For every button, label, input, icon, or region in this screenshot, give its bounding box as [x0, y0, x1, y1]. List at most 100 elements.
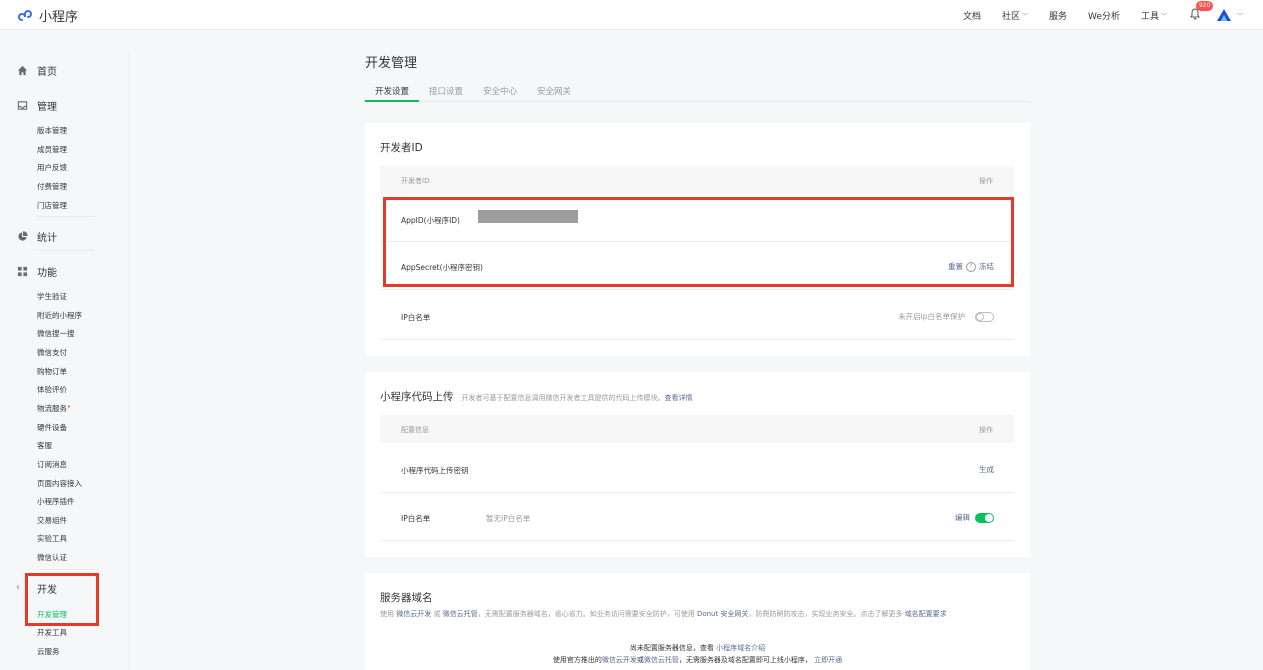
tab-gateway[interactable]: 安全网关 [537, 85, 571, 97]
notification-badge: 920 [1195, 1, 1214, 11]
toggle-knob [976, 312, 984, 321]
cloud-dev-link[interactable]: 微信云开发 [602, 656, 637, 664]
tab-dev-settings[interactable]: 开发设置 [375, 85, 409, 97]
sidebar-item-search[interactable]: 微信搜一搜 [37, 328, 75, 339]
column-header: 操作 [979, 426, 993, 434]
ip-whitelist-toggle[interactable] [975, 311, 994, 322]
desc-text: 使用 [380, 610, 394, 618]
home-icon [17, 65, 28, 76]
empty-state-line-1: 尚未配置服务器信息，查看 小程序域名介绍 [365, 643, 1030, 653]
sidebar-item-student[interactable]: 学生验证 [37, 291, 67, 302]
sidebar-divider [37, 569, 94, 570]
sidebar-item-stats[interactable]: 统计 [17, 229, 57, 244]
chevron-down-icon: ﹀ [1022, 12, 1029, 20]
chevron-down-icon[interactable]: ﹀ [1237, 11, 1243, 20]
toggle-knob [985, 513, 993, 522]
table-row-ip-whitelist: IP白名单 未开启ip白名单保护 [380, 292, 1014, 340]
column-header: 开发者ID [401, 177, 430, 185]
ip-whitelist-label: IP白名单 [401, 313, 431, 322]
table-header: 配置信息 操作 [380, 415, 1014, 443]
sidebar-item-feedback[interactable]: 用户反馈 [37, 162, 67, 173]
activate-now-link[interactable]: 立即开通 [814, 656, 842, 664]
sidebar-item-trade[interactable]: 交易组件 [37, 515, 67, 526]
nav-services[interactable]: 服务 [1049, 9, 1067, 22]
sidebar-group-manage[interactable]: 管理 [17, 98, 57, 113]
code-upload-card: 小程序代码上传 开发者可基于配置信息调用微信开发者工具提供的代码上传模块。查看详情… [365, 372, 1030, 557]
donut-gateway-link[interactable]: Donut 安全网关 [697, 610, 749, 618]
cloud-hosting-link[interactable]: 微信云托管 [644, 656, 679, 664]
sidebar-item-stores[interactable]: 门店管理 [37, 200, 67, 211]
empty-state-text: ，无需服务器及域名配置即可上线小程序， [678, 656, 812, 664]
sidebar-item-label: 物流服务 [37, 404, 67, 413]
highlight-box-sidebar [25, 573, 99, 626]
top-bar: 小程序 文档 社区 ﹀ 服务 We分析 工具 ﹀ 920 ﹀ [0, 0, 1263, 30]
desc-text: ，无需配置服务器域名，省心省力。如业务访问需要安全防护，可使用 [477, 610, 695, 618]
table-row-upload-ip: IP白名单 暂无IP白名单 编辑 [380, 493, 1014, 541]
sidebar-item-label: 首页 [37, 67, 57, 78]
logo[interactable]: 小程序 [18, 6, 78, 25]
tab-api-settings[interactable]: 接口设置 [429, 85, 463, 97]
empty-state-text: 尚未配置服务器信息，查看 [629, 644, 714, 652]
new-dot: • [67, 403, 72, 411]
sidebar-item-pay[interactable]: 微信支付 [37, 347, 67, 358]
sidebar-group-label: 管理 [37, 102, 57, 113]
upload-key-label: 小程序代码上传密钥 [401, 466, 469, 475]
sidebar-divider [37, 250, 94, 251]
cloud-hosting-link[interactable]: 微信云托管 [443, 610, 478, 618]
nav-tools[interactable]: 工具 ﹀ [1141, 9, 1167, 22]
domain-intro-link[interactable]: 小程序域名介绍 [716, 644, 765, 652]
sidebar-item-orders[interactable]: 购物订单 [37, 366, 67, 377]
column-header: 配置信息 [401, 426, 429, 434]
collapse-sidebar-icon[interactable]: ‹ [16, 582, 20, 593]
column-header: 操作 [979, 177, 993, 185]
sidebar-item-support[interactable]: 客服 [37, 440, 52, 451]
miniprogram-logo-icon [18, 9, 32, 21]
notification-button[interactable]: 920 [1189, 1, 1214, 22]
server-description: 使用 微信云开发 或 微信云托管，无需配置服务器域名，省心省力。如业务访问需要安… [380, 609, 947, 619]
sidebar-item-reviews[interactable]: 体验评价 [37, 384, 67, 395]
pie-chart-icon [18, 231, 28, 241]
nav-community[interactable]: 社区 ﹀ [1002, 9, 1028, 22]
sidebar-item-verify[interactable]: 微信认证 [37, 552, 67, 563]
top-nav: 文档 社区 ﹀ 服务 We分析 工具 ﹀ 920 ﹀ [942, 0, 1243, 30]
desc-text: ，防爬防刷防攻击，实现业务安全。点击了解更多 [748, 610, 903, 618]
desc-text: 或 [433, 610, 441, 618]
grid-icon [17, 266, 28, 277]
empty-state-text: 使用官方推出的 [552, 656, 602, 664]
cloud-dev-link[interactable]: 微信云开发 [396, 610, 431, 618]
sidebar-item-home[interactable]: 首页 [17, 63, 57, 78]
sidebar-item-page-content[interactable]: 页面内容接入 [37, 478, 82, 489]
nav-docs[interactable]: 文档 [963, 9, 981, 22]
sidebar-group-features[interactable]: 功能 [17, 264, 57, 279]
sidebar-divider [37, 216, 94, 217]
sidebar-item-experiments[interactable]: 实验工具 [37, 533, 67, 544]
sidebar-group-label: 功能 [37, 268, 57, 279]
sidebar-item-billing[interactable]: 付费管理 [37, 181, 67, 192]
sidebar-item-subscribe[interactable]: 订阅消息 [37, 459, 67, 470]
card-title: 小程序代码上传 开发者可基于配置信息调用微信开发者工具提供的代码上传模块。查看详情 [380, 389, 693, 404]
ip-whitelist-actions: 未开启ip白名单保护 [898, 311, 994, 322]
sidebar-item-plugins[interactable]: 小程序插件 [37, 496, 75, 507]
inbox-icon [17, 101, 28, 110]
server-domain-card: 服务器域名 使用 微信云开发 或 微信云托管，无需配置服务器域名，省心省力。如业… [365, 573, 1030, 670]
empty-state-line-2: 使用官方推出的微信云开发或微信云托管，无需服务器及域名配置即可上线小程序， 立即… [365, 655, 1030, 665]
sidebar-item-cloud[interactable]: 云服务 [37, 646, 60, 657]
sidebar-item-nearby[interactable]: 附近的小程序 [37, 310, 82, 321]
view-details-link[interactable]: 查看详情 [665, 394, 693, 402]
sidebar-item-logistics[interactable]: 物流服务• [37, 403, 71, 414]
avatar[interactable] [1216, 9, 1231, 21]
tab-security[interactable]: 安全中心 [483, 85, 517, 97]
card-description: 开发者可基于配置信息调用微信开发者工具提供的代码上传模块。 [461, 394, 665, 402]
upload-ip-toggle[interactable] [975, 512, 994, 523]
generate-button[interactable]: 生成 [979, 464, 994, 475]
sidebar-item-hardware[interactable]: 硬件设备 [37, 422, 67, 433]
sidebar-item-dev-tools[interactable]: 开发工具 [37, 627, 67, 638]
domain-requirements-link[interactable]: 域名配置要求 [905, 610, 947, 618]
upload-key-actions: 生成 [979, 464, 994, 475]
edit-button[interactable]: 编辑 [955, 512, 970, 523]
nav-we-analysis[interactable]: We分析 [1088, 9, 1120, 22]
page-title: 开发管理 [365, 56, 418, 71]
ip-whitelist-value: 暂无IP白名单 [486, 514, 531, 523]
sidebar-item-members[interactable]: 成员管理 [37, 144, 67, 155]
sidebar-item-version[interactable]: 版本管理 [37, 125, 67, 136]
